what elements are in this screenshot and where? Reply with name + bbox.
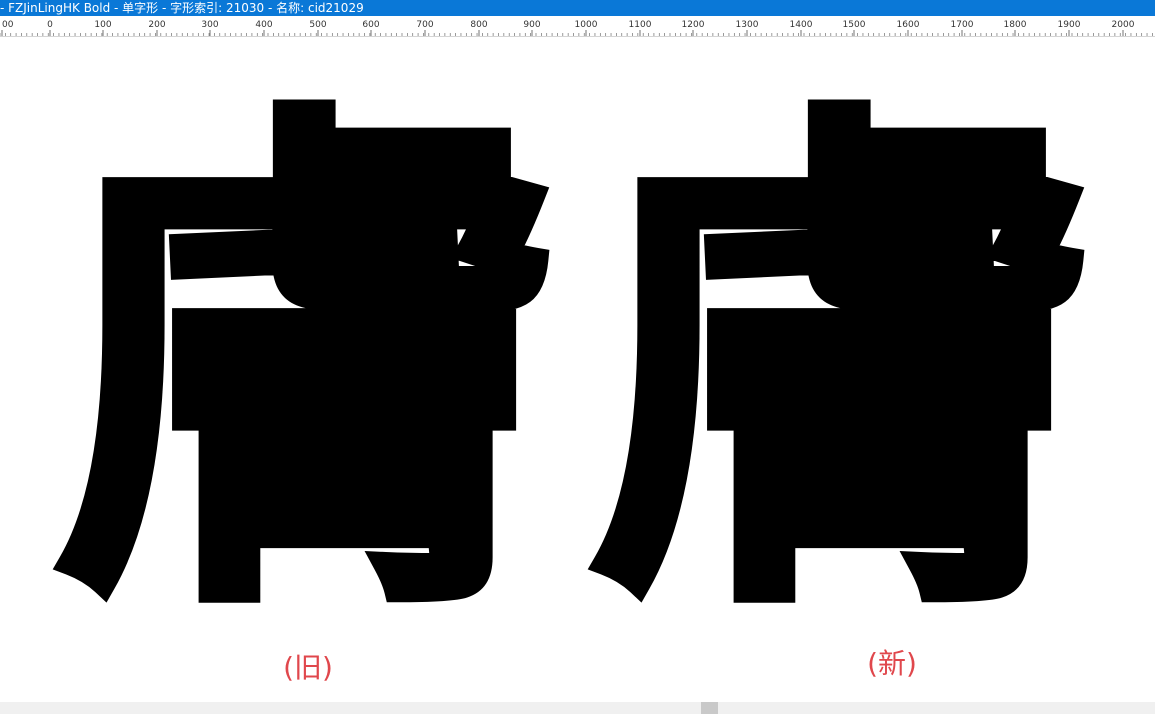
scrollbar-thumb[interactable] — [701, 702, 718, 714]
ruler-label: 200 — [148, 20, 165, 30]
ruler-label: 1300 — [736, 20, 759, 30]
old-glyph: 膚 — [46, 61, 574, 672]
ruler-label: 1800 — [1004, 20, 1027, 30]
ruler-label: 00 — [2, 20, 14, 30]
ruler-label: 1100 — [629, 20, 652, 30]
new-glyph-caption: (新) — [867, 647, 917, 680]
ruler-label: 1500 — [843, 20, 866, 30]
ruler-label: 800 — [470, 20, 487, 30]
glyph-canvas[interactable]: 膚 (旧) 膚 (新) — [0, 37, 1155, 702]
ruler-label: 1600 — [897, 20, 920, 30]
old-glyph-panel: 膚 — [30, 61, 590, 672]
ruler-label: 1900 — [1058, 20, 1081, 30]
ruler-label: 0 — [47, 20, 53, 30]
ruler-label: 1400 — [790, 20, 813, 30]
horizontal-scrollbar[interactable] — [0, 702, 1155, 714]
ruler-label: 1700 — [951, 20, 974, 30]
horizontal-ruler[interactable]: 00 0 100 200 300 400 500 600 700 800 900 1000 1100 12… — [0, 16, 1155, 37]
ruler-label: 500 — [309, 20, 326, 30]
old-glyph-caption: (旧) — [283, 651, 333, 684]
ruler-label: 900 — [523, 20, 540, 30]
new-glyph: 膚 — [581, 61, 1109, 672]
ruler-label: 1200 — [682, 20, 705, 30]
ruler-label: 100 — [94, 20, 111, 30]
ruler-label: 400 — [255, 20, 272, 30]
window-title-bar: - FZJinLingHK Bold - 单字形 - 字形索引: 21030 -… — [0, 0, 1155, 16]
window-title: - FZJinLingHK Bold - 单字形 - 字形索引: 21030 -… — [0, 1, 364, 15]
new-glyph-panel: 膚 — [565, 61, 1125, 672]
ruler-label: 2000 — [1112, 20, 1135, 30]
ruler-label: 1000 — [575, 20, 598, 30]
ruler-label: 300 — [201, 20, 218, 30]
ruler-label: 600 — [362, 20, 379, 30]
ruler-ticks: 00 0 100 200 300 400 500 600 700 800 900 1000 1100 12… — [0, 20, 1153, 36]
ruler-label: 700 — [416, 20, 433, 30]
